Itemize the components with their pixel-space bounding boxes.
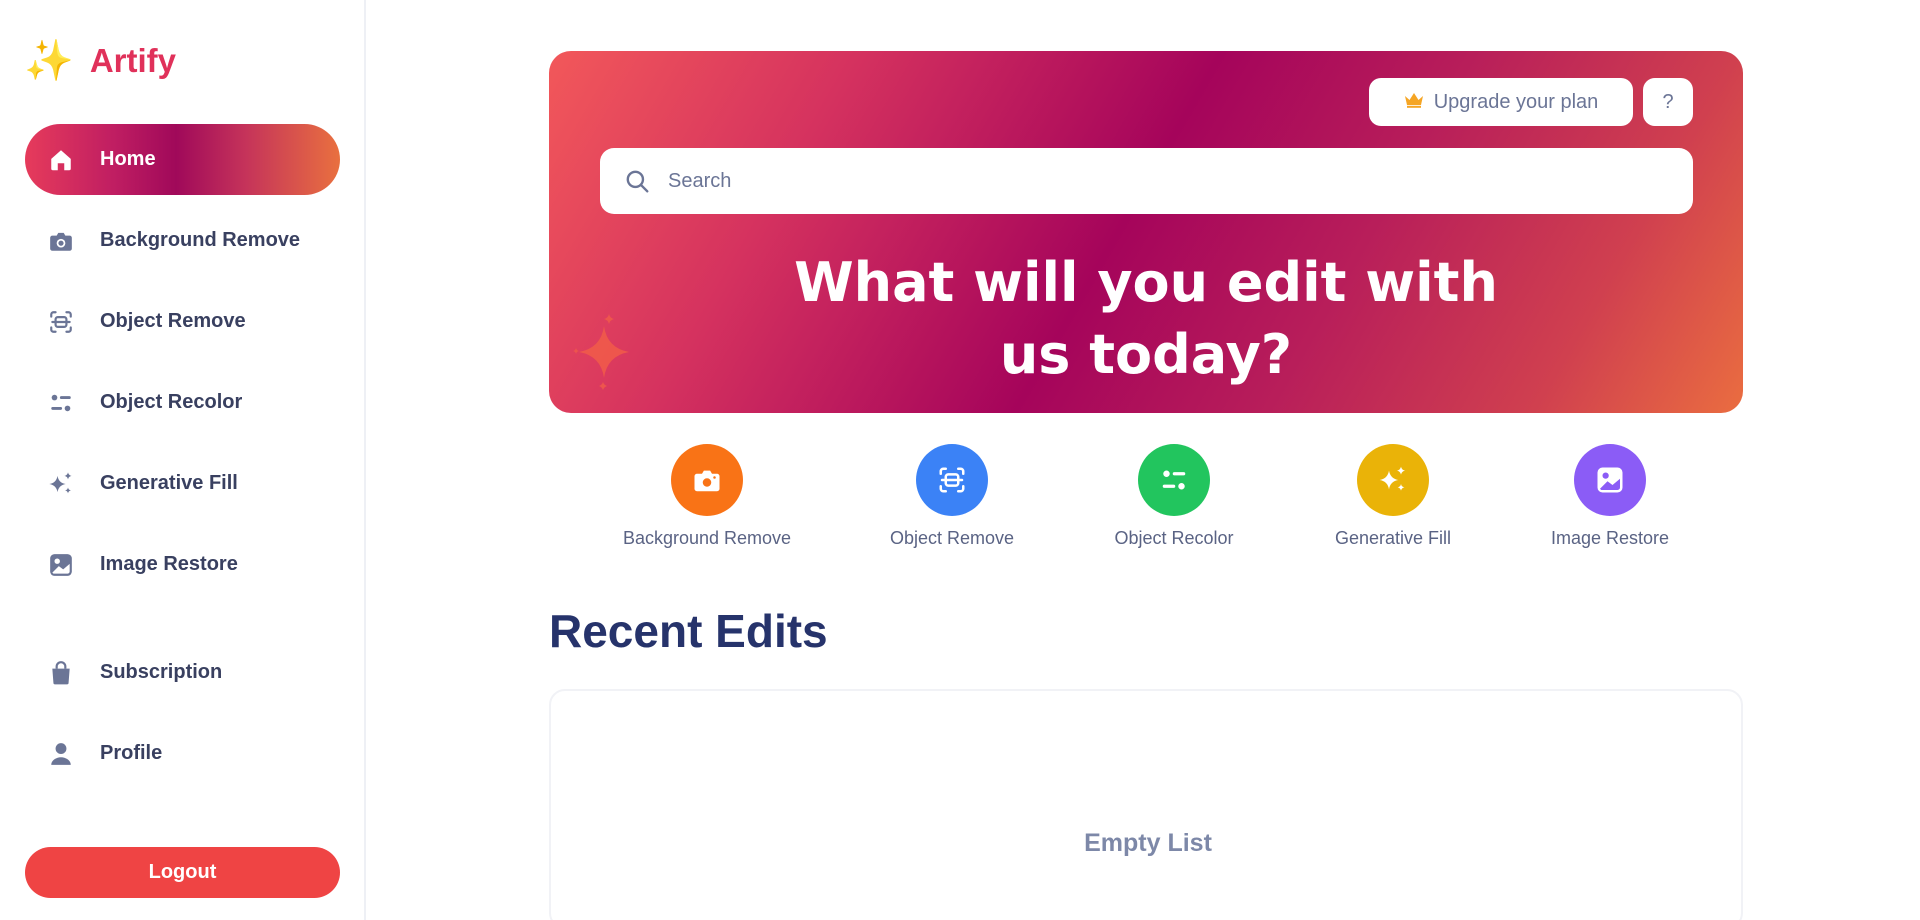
brand-name: Artify: [89, 42, 176, 79]
recent-edits-list: Empty List: [549, 689, 1743, 920]
sidebar-item-subscription[interactable]: Subscription: [25, 637, 340, 708]
tool-icon-circle: [916, 444, 988, 516]
shopping-bag-icon: [47, 659, 75, 687]
tool-image-restore[interactable]: Image Restore: [1510, 444, 1710, 549]
sliders-icon: [1162, 470, 1186, 490]
search-icon: [624, 168, 650, 194]
scan-object-icon: [939, 467, 965, 493]
tool-background-remove[interactable]: Background Remove: [607, 444, 807, 549]
user-icon: [47, 740, 75, 768]
hero-banner: Upgrade your plan ? What will you edit w…: [549, 51, 1743, 413]
empty-list-text: Empty List: [1084, 829, 1212, 857]
tool-object-recolor[interactable]: Object Recolor: [1074, 444, 1274, 549]
home-icon: [47, 146, 75, 174]
hero-title: What will you edit with us today?: [549, 247, 1743, 391]
hero-title-line-2: us today?: [999, 323, 1293, 386]
scan-object-icon: [47, 308, 75, 336]
sidebar-item-label: Profile: [100, 742, 163, 764]
sidebar-item-label: Subscription: [100, 661, 223, 683]
sliders-icon: [47, 389, 75, 417]
help-button[interactable]: ?: [1643, 78, 1693, 126]
sparkle-decoration-icon: [573, 314, 629, 390]
tool-label: Generative Fill: [1334, 528, 1452, 548]
image-icon: [1597, 467, 1623, 493]
app-root: ✨ Artify Home Background Remove Object R…: [0, 0, 1920, 920]
sidebar-item-label: Home: [100, 148, 156, 170]
sidebar-item-profile[interactable]: Profile: [25, 718, 340, 789]
search-bar: [600, 148, 1693, 214]
sidebar-item-label: Image Restore: [100, 553, 238, 575]
sidebar-item-object-remove[interactable]: Object Remove: [25, 286, 340, 357]
tool-generative-fill[interactable]: Generative Fill: [1293, 444, 1493, 549]
sparkles-icon: [1379, 466, 1405, 491]
sparkles-icon: ✨: [24, 39, 74, 83]
tool-icon-circle: [1357, 444, 1429, 516]
image-icon: [47, 551, 75, 579]
crown-icon: [1404, 92, 1424, 113]
sidebar-item-background-remove[interactable]: Background Remove: [25, 205, 340, 276]
sidebar-item-label: Object Recolor: [100, 391, 243, 413]
quick-tools: Background Remove Object Remove Object R…: [0, 444, 1920, 554]
tool-label: Object Recolor: [1114, 528, 1234, 548]
sidebar-item-home[interactable]: Home: [25, 124, 340, 195]
sidebar-item-object-recolor[interactable]: Object Recolor: [25, 367, 340, 438]
tool-label: Object Remove: [889, 528, 1015, 548]
upgrade-plan-label: Upgrade your plan: [1433, 90, 1599, 113]
tool-icon-circle: [1574, 444, 1646, 516]
tool-object-remove[interactable]: Object Remove: [852, 444, 1052, 549]
upgrade-plan-button[interactable]: Upgrade your plan: [1369, 78, 1633, 126]
search-input[interactable]: [668, 169, 1568, 193]
tool-label: Background Remove: [622, 528, 792, 548]
sidebar-item-label: Background Remove: [100, 229, 301, 251]
logout-button[interactable]: Logout: [25, 847, 340, 898]
camera-icon: [694, 470, 720, 492]
sidebar-item-label: Object Remove: [100, 310, 246, 332]
tool-icon-circle: [1138, 444, 1210, 516]
tool-label: Image Restore: [1550, 528, 1670, 548]
camera-icon: [47, 227, 75, 255]
brand[interactable]: ✨ Artify: [24, 36, 176, 86]
hero-title-line-1: What will you edit with: [794, 251, 1498, 314]
recent-edits-title: Recent Edits: [549, 605, 828, 657]
tool-icon-circle: [671, 444, 743, 516]
